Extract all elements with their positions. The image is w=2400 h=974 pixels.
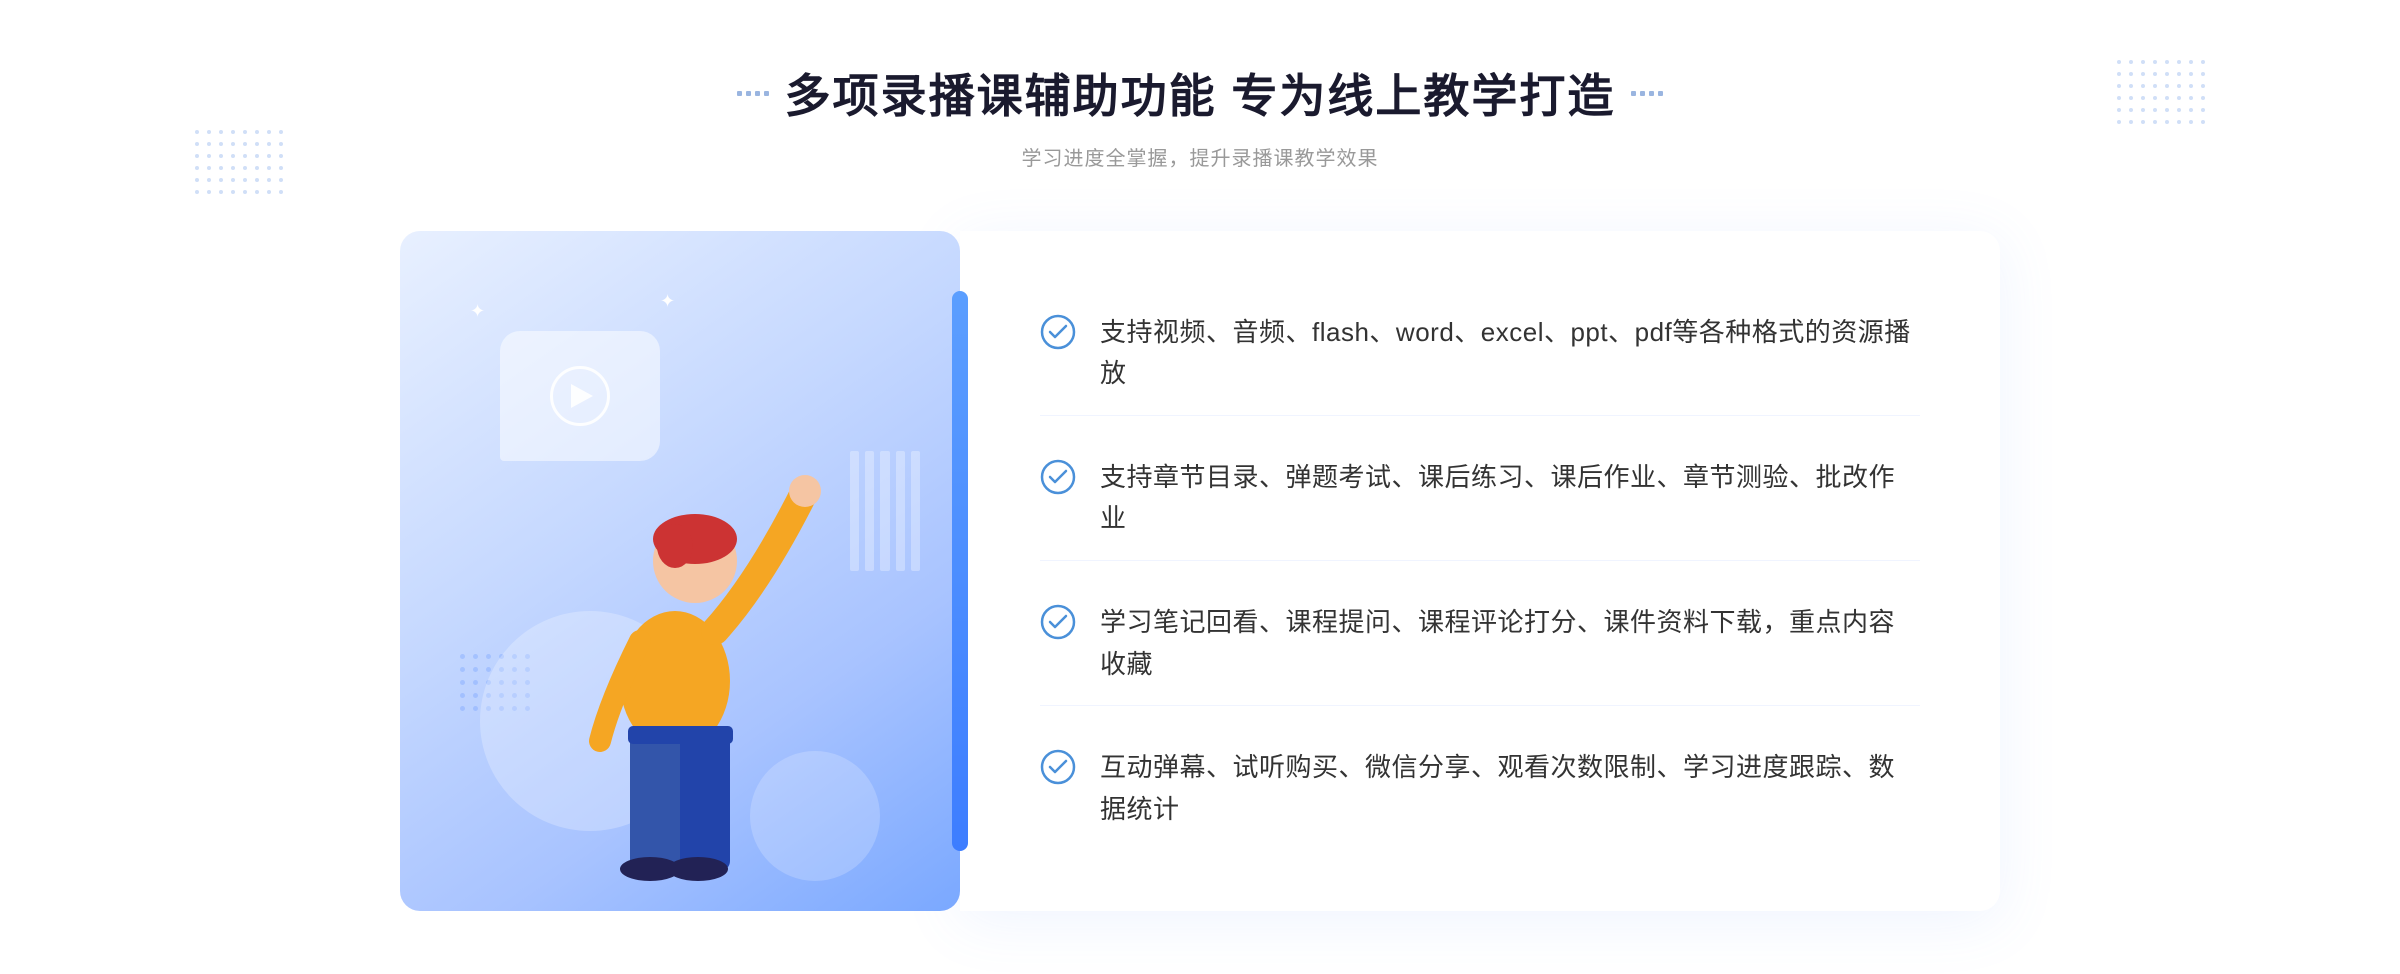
sparkle-icon-2: ✦ <box>660 291 675 312</box>
page-container: // Generate dots 多项录播课辅助功能 专为线上教学打造 学习进度… <box>0 0 2400 974</box>
feature-text-2: 支持章节目录、弹题考试、课后练习、课后作业、章节测验、批改作业 <box>1100 457 1920 540</box>
title-decorator-right <box>1631 91 1663 96</box>
header-section: 多项录播课辅助功能 专为线上教学打造 学习进度全掌握，提升录播课教学效果 <box>737 60 1664 171</box>
feature-item-1: 支持视频、音频、flash、word、excel、ppt、pdf等各种格式的资源… <box>1040 292 1920 416</box>
dot-pattern-left: // Generate dots <box>195 130 283 194</box>
check-icon-1 <box>1040 314 1076 350</box>
dot-pattern-right <box>2117 60 2205 124</box>
check-icon-4 <box>1040 749 1076 785</box>
feature-text-1: 支持视频、音频、flash、word、excel、ppt、pdf等各种格式的资源… <box>1100 312 1920 395</box>
content-area: » ✦ ✦ <box>400 231 2000 911</box>
feature-item-2: 支持章节目录、弹题考试、课后练习、课后作业、章节测验、批改作业 <box>1040 437 1920 561</box>
check-icon-3 <box>1040 604 1076 640</box>
check-icon-2 <box>1040 459 1076 495</box>
blue-vertical-bar <box>952 291 968 851</box>
illustration-area: ✦ ✦ <box>400 231 960 911</box>
feature-text-4: 互动弹幕、试听购买、微信分享、观看次数限制、学习进度跟踪、数据统计 <box>1100 747 1920 830</box>
page-title: 多项录播课辅助功能 专为线上教学打造 <box>737 60 1664 126</box>
feature-item-3: 学习笔记回看、课程提问、课程评论打分、课件资料下载，重点内容收藏 <box>1040 582 1920 706</box>
subtitle-text: 学习进度全掌握，提升录播课教学效果 <box>737 142 1664 171</box>
sparkle-icon-1: ✦ <box>470 301 485 322</box>
title-text: 多项录播课辅助功能 专为线上教学打造 <box>785 60 1616 126</box>
person-figure <box>520 391 840 911</box>
title-decorator-left <box>737 91 769 96</box>
feature-text-3: 学习笔记回看、课程提问、课程评论打分、课件资料下载，重点内容收藏 <box>1100 602 1920 685</box>
stripe-decoration <box>850 451 920 571</box>
features-panel: 支持视频、音频、flash、word、excel、ppt、pdf等各种格式的资源… <box>960 231 2000 911</box>
feature-item-4: 互动弹幕、试听购买、微信分享、观看次数限制、学习进度跟踪、数据统计 <box>1040 727 1920 850</box>
